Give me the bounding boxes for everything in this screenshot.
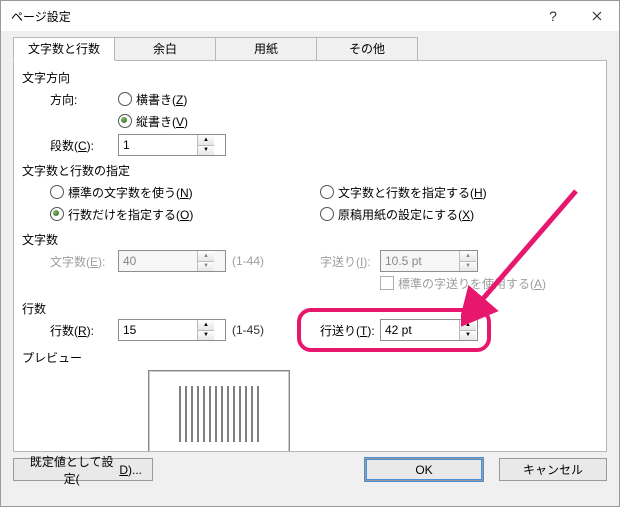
checkbox-std-pitch [380,276,394,290]
tab-chars-lines[interactable]: 文字数と行数 [13,37,115,61]
page-setup-dialog: ページ設定 ? 文字数と行数 余白 用紙 その他 文字方向 方向: 横書き(Z) [0,0,620,507]
line-count-spinner[interactable]: ▲▼ [118,319,226,341]
section-chars: 文字数 [22,231,598,248]
radio-std-chars-label: 標準の文字数を使う(N) [68,184,193,201]
line-pitch-label: 行送り(T): [320,322,380,339]
radio-lines-only-label: 行数だけを指定する(O) [68,206,193,223]
close-button[interactable] [575,1,619,31]
char-pitch-input [381,251,459,271]
tab-margins[interactable]: 余白 [114,37,216,61]
radio-chars-and-lines-label: 文字数と行数を指定する(H) [338,184,487,201]
help-button[interactable]: ? [531,1,575,31]
char-pitch-label: 字送り(I): [320,253,380,270]
dialog-footer: 既定値として設定(D)... OK キャンセル [13,458,607,481]
cancel-button[interactable]: キャンセル [499,458,607,481]
window-body: 文字数と行数 余白 用紙 その他 文字方向 方向: 横書き(Z) 縦書き(V) [1,31,619,506]
section-direction: 文字方向 [22,69,598,86]
char-count-spinner: ▲▼ [118,250,226,272]
tabstrip: 文字数と行数 余白 用紙 その他 [13,37,607,61]
radio-lines-only[interactable] [50,207,64,221]
section-lines: 行数 [22,300,598,317]
char-count-label: 文字数(E): [50,253,118,270]
set-as-default-button[interactable]: 既定値として設定(D)... [13,458,153,481]
radio-horizontal[interactable] [118,92,132,106]
char-count-input [119,251,197,271]
radio-use-grid-label: 原稿用紙の設定にする(X) [338,206,474,223]
line-pitch-input[interactable] [381,320,459,340]
checkbox-std-pitch-label: 標準の字送りを使用する(A) [398,275,546,292]
ok-button[interactable]: OK [365,458,483,481]
columns-label: 段数(C): [50,137,118,154]
radio-vertical-label: 縦書き(V) [136,113,188,130]
columns-spinner[interactable]: ▲▼ [118,134,226,156]
section-spec: 文字数と行数の指定 [22,162,598,179]
line-pitch-spinner[interactable]: ▲▼ [380,319,478,341]
line-count-input[interactable] [119,320,197,340]
tab-content: 文字方向 方向: 横書き(Z) 縦書き(V) 段数(C): ▲▼ [13,60,607,452]
radio-vertical[interactable] [118,114,132,128]
radio-chars-and-lines[interactable] [320,185,334,199]
line-count-label: 行数(R): [50,322,118,339]
preview-pane [148,370,290,452]
window-title: ページ設定 [11,8,531,25]
char-pitch-spinner: ▲▼ [380,250,478,272]
radio-use-grid[interactable] [320,207,334,221]
titlebar: ページ設定 ? [1,1,619,32]
tab-other[interactable]: その他 [316,37,418,61]
tab-paper[interactable]: 用紙 [215,37,317,61]
close-icon [592,11,602,21]
spinner-arrows[interactable]: ▲▼ [197,135,214,155]
section-preview: プレビュー [22,349,598,366]
char-count-range: (1-44) [232,254,264,268]
direction-label: 方向: [50,91,118,108]
radio-horizontal-label: 横書き(Z) [136,91,187,108]
radio-std-chars[interactable] [50,185,64,199]
columns-input[interactable] [119,135,197,155]
line-count-range: (1-45) [232,323,264,337]
